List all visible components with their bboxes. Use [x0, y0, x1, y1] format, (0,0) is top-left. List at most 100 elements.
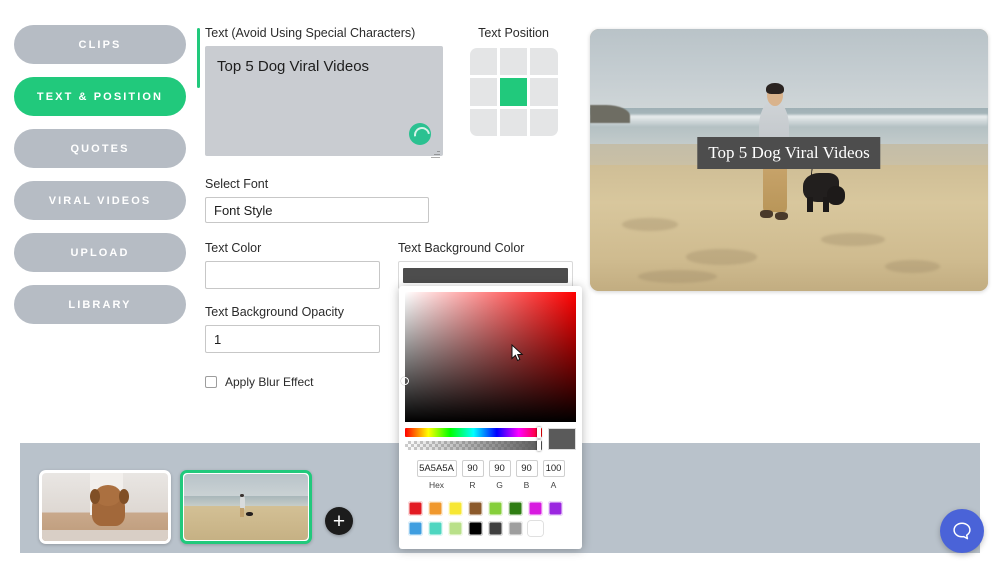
a-field-group: 100 A: [542, 460, 565, 490]
position-cell-bottom-right[interactable]: [530, 108, 558, 136]
timeline-clip-beach[interactable]: [180, 470, 312, 544]
preview-person-hair: [766, 82, 784, 95]
hue-slider-handle[interactable]: [537, 427, 541, 438]
b-field-group: 90 B: [515, 460, 538, 490]
plus-icon: +: [332, 509, 346, 533]
sidebar-item-clips[interactable]: CLIPS: [14, 25, 186, 64]
position-cell-top-left[interactable]: [469, 48, 497, 76]
text-position-grid[interactable]: [469, 48, 558, 136]
hue-slider[interactable]: [405, 427, 542, 438]
preview-dog-leg: [806, 196, 814, 213]
hex-input[interactable]: 5A5A5A: [416, 460, 457, 477]
text-textarea-wrapper: [197, 28, 443, 161]
sidebar-item-upload[interactable]: UPLOAD: [14, 233, 186, 272]
g-input[interactable]: 90: [488, 460, 511, 477]
preview-person-shoe: [760, 209, 774, 218]
thumb-person-legs: [240, 508, 245, 517]
text-color-label: Text Color: [205, 241, 262, 255]
text-bg-color-group: Text Background Color: [398, 241, 573, 289]
position-cell-middle-right[interactable]: [530, 78, 558, 106]
alpha-slider[interactable]: [405, 440, 542, 451]
text-position-label: Text Position: [478, 26, 549, 40]
text-input[interactable]: [205, 46, 443, 156]
green-accent-bar: [197, 28, 200, 88]
preview-cliff: [590, 104, 630, 124]
picker-sliders: [405, 427, 576, 451]
palette-swatch[interactable]: [428, 521, 443, 536]
sidebar-item-label: TEXT & POSITION: [36, 90, 164, 103]
palette-row-1: [408, 501, 573, 516]
palette-swatch[interactable]: [528, 501, 543, 516]
sidebar-nav: CLIPS TEXT & POSITION QUOTES VIRAL VIDEO…: [14, 25, 186, 324]
preview-person-shoe: [775, 212, 789, 221]
palette-swatch[interactable]: [468, 521, 483, 536]
add-clip-button[interactable]: +: [325, 507, 353, 535]
palette-swatch[interactable]: [548, 501, 563, 516]
palette-swatch[interactable]: [448, 501, 463, 516]
position-cell-top-right[interactable]: [530, 48, 558, 76]
thumb-floor: [42, 530, 168, 541]
palette-swatch[interactable]: [448, 521, 463, 536]
position-cell-bottom-left[interactable]: [469, 108, 497, 136]
alpha-slider-handle[interactable]: [537, 440, 541, 451]
b-input[interactable]: 90: [515, 460, 538, 477]
text-bg-color-label: Text Background Color: [398, 241, 525, 255]
opacity-label: Text Background Opacity: [205, 305, 344, 319]
color-fields-row: Text Color Text Background Color: [205, 241, 585, 289]
palette-swatch[interactable]: [528, 521, 543, 536]
palette-swatch[interactable]: [428, 501, 443, 516]
loading-spinner-icon: [409, 123, 431, 145]
r-input[interactable]: 90: [461, 460, 484, 477]
text-bg-color-input[interactable]: [398, 261, 573, 289]
palette-swatch[interactable]: [408, 521, 423, 536]
sidebar-item-library[interactable]: LIBRARY: [14, 285, 186, 324]
palette-swatch[interactable]: [468, 501, 483, 516]
hex-caption: Hex: [428, 480, 445, 490]
color-palette: [405, 501, 576, 536]
apply-blur-checkbox[interactable]: [205, 376, 217, 388]
sand-texture: [685, 249, 758, 265]
sidebar-item-text-position[interactable]: TEXT & POSITION: [14, 77, 186, 116]
palette-swatch[interactable]: [488, 501, 503, 516]
font-select[interactable]: Font Style: [205, 197, 429, 223]
palette-swatch[interactable]: [408, 501, 423, 516]
resize-grip-icon[interactable]: [431, 150, 440, 159]
palette-swatch[interactable]: [488, 521, 503, 536]
select-font-row: Select Font Font Style: [205, 177, 585, 223]
palette-row-2: [408, 521, 573, 536]
video-editor-app: CLIPS TEXT & POSITION QUOTES VIRAL VIDEO…: [0, 0, 1000, 563]
sand-texture: [621, 217, 678, 231]
video-preview[interactable]: Top 5 Dog Viral Videos: [590, 29, 988, 291]
opacity-input[interactable]: 1: [205, 325, 380, 353]
color-value-fields: 5A5A5A Hex 90 R 90 G 90 B 100 A: [405, 460, 576, 490]
saturation-handle[interactable]: [401, 377, 409, 385]
g-field-group: 90 G: [488, 460, 511, 490]
sidebar-item-label: CLIPS: [78, 38, 122, 51]
sidebar-item-label: QUOTES: [70, 142, 130, 155]
position-cell-middle-left[interactable]: [469, 78, 497, 106]
sidebar-item-viral-videos[interactable]: VIRAL VIDEOS: [14, 181, 186, 220]
g-caption: G: [496, 480, 503, 490]
a-caption: A: [550, 480, 557, 490]
a-input[interactable]: 100: [542, 460, 565, 477]
opacity-value: 1: [214, 331, 222, 347]
position-cell-middle-center[interactable]: [499, 78, 528, 106]
mouse-pointer-icon: [511, 344, 524, 362]
r-field-group: 90 R: [461, 460, 484, 490]
palette-swatch[interactable]: [508, 501, 523, 516]
clip-thumbnail: [42, 473, 168, 541]
position-cell-bottom-center[interactable]: [499, 108, 528, 136]
sidebar-item-label: UPLOAD: [70, 246, 130, 259]
palette-swatch[interactable]: [508, 521, 523, 536]
sidebar-item-quotes[interactable]: QUOTES: [14, 129, 186, 168]
timeline-clip-puppy[interactable]: [39, 470, 171, 544]
saturation-value-area[interactable]: [401, 292, 576, 422]
opacity-group: Text Background Opacity 1: [205, 305, 380, 353]
r-caption: R: [469, 480, 476, 490]
position-cell-top-center[interactable]: [499, 48, 528, 76]
text-color-input[interactable]: [205, 261, 380, 289]
help-chat-button[interactable]: [940, 509, 984, 553]
sand-texture: [884, 259, 941, 273]
color-picker-popover[interactable]: 5A5A5A Hex 90 R 90 G 90 B 100 A: [399, 286, 582, 549]
select-font-label: Select Font: [205, 177, 269, 191]
